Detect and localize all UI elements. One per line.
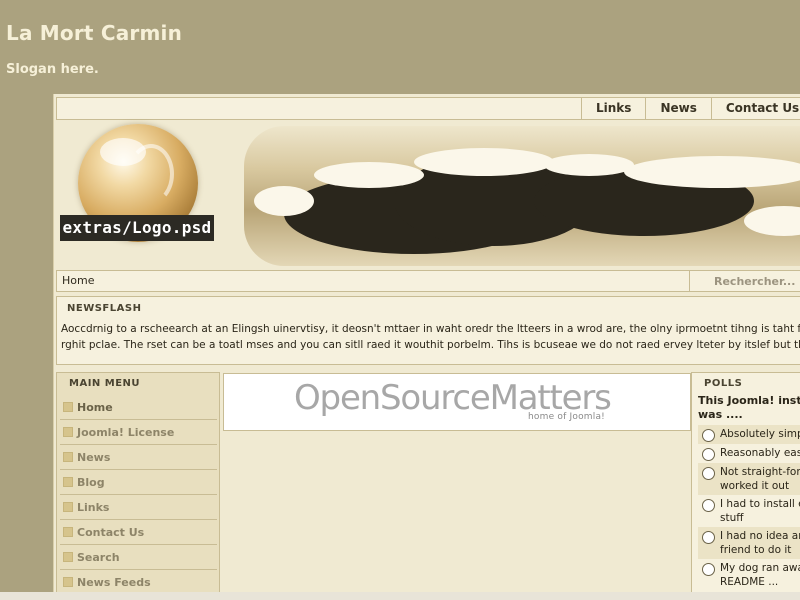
poll-option[interactable]: Not straight-forwworked it out: [698, 463, 800, 495]
poll-option[interactable]: I had to install exstuff: [698, 495, 800, 527]
topnav-link-news[interactable]: News: [645, 98, 710, 119]
poll-option[interactable]: I had no idea andfriend to do it: [698, 527, 800, 559]
polls-module: POLLS This Joomla! instal was .... Absol…: [691, 372, 800, 600]
square-bullet-icon: [63, 577, 73, 587]
radio-button[interactable]: [702, 429, 715, 442]
site-header: extras/Logo.psd: [54, 122, 800, 268]
square-bullet-icon: [63, 477, 73, 487]
topnav-link-links[interactable]: Links: [581, 98, 645, 119]
main-menu-title: MAIN MENU: [69, 378, 141, 389]
menu-item-contact-us[interactable]: Contact Us: [60, 520, 217, 545]
menu-item-joomla-license[interactable]: Joomla! License: [60, 420, 217, 445]
radio-button[interactable]: [702, 531, 715, 544]
square-bullet-icon: [63, 452, 73, 462]
page-wrapper: Links News Contact Us extras/Logo.psd Ho…: [53, 94, 800, 600]
menu-item-news[interactable]: News: [60, 445, 217, 470]
newsflash-text: Aoccdrnig to a rscheearch at an Elingsh …: [61, 323, 800, 351]
banner-ad[interactable]: OpenSourceMatters home of Joomla!: [223, 373, 691, 431]
site-title[interactable]: La Mort Carmin: [6, 21, 182, 45]
polls-title: POLLS: [704, 378, 743, 389]
newsflash-module: NEWSFLASH Aoccdrnig to a rscheearch at a…: [56, 296, 800, 365]
breadcrumb-bar: Home: [56, 270, 800, 292]
square-bullet-icon: [63, 502, 73, 512]
search-input[interactable]: [689, 271, 800, 291]
square-bullet-icon: [63, 402, 73, 412]
radio-button[interactable]: [702, 563, 715, 576]
square-bullet-icon: [63, 527, 73, 537]
poll-question: This Joomla! instal was ....: [698, 394, 800, 421]
poll-option[interactable]: My dog ran awa README ...: [698, 559, 800, 591]
poll-option[interactable]: Reasonably eas: [698, 444, 800, 463]
menu-item-home[interactable]: Home: [60, 395, 217, 420]
menu-item-search[interactable]: Search: [60, 545, 217, 570]
main-menu: MAIN MENU Home Joomla! License News Blog…: [56, 372, 220, 600]
newsflash-title: NEWSFLASH: [67, 303, 142, 314]
top-navigation: Links News Contact Us: [56, 97, 800, 120]
opensourcematters-tagline: home of Joomla!: [528, 412, 605, 422]
window-bottom-edge: [0, 592, 800, 600]
site-slogan: Slogan here.: [6, 62, 99, 77]
radio-button[interactable]: [702, 448, 715, 461]
header-banner-image: [244, 126, 800, 266]
radio-button[interactable]: [702, 499, 715, 512]
topnav-link-contact[interactable]: Contact Us: [710, 98, 800, 119]
breadcrumb-home[interactable]: Home: [62, 271, 94, 291]
radio-button[interactable]: [702, 467, 715, 480]
poll-option[interactable]: Absolutely simpl: [698, 425, 800, 444]
logo-placeholder-text[interactable]: extras/Logo.psd: [60, 215, 214, 241]
square-bullet-icon: [63, 552, 73, 562]
menu-item-links[interactable]: Links: [60, 495, 217, 520]
square-bullet-icon: [63, 427, 73, 437]
menu-item-blog[interactable]: Blog: [60, 470, 217, 495]
